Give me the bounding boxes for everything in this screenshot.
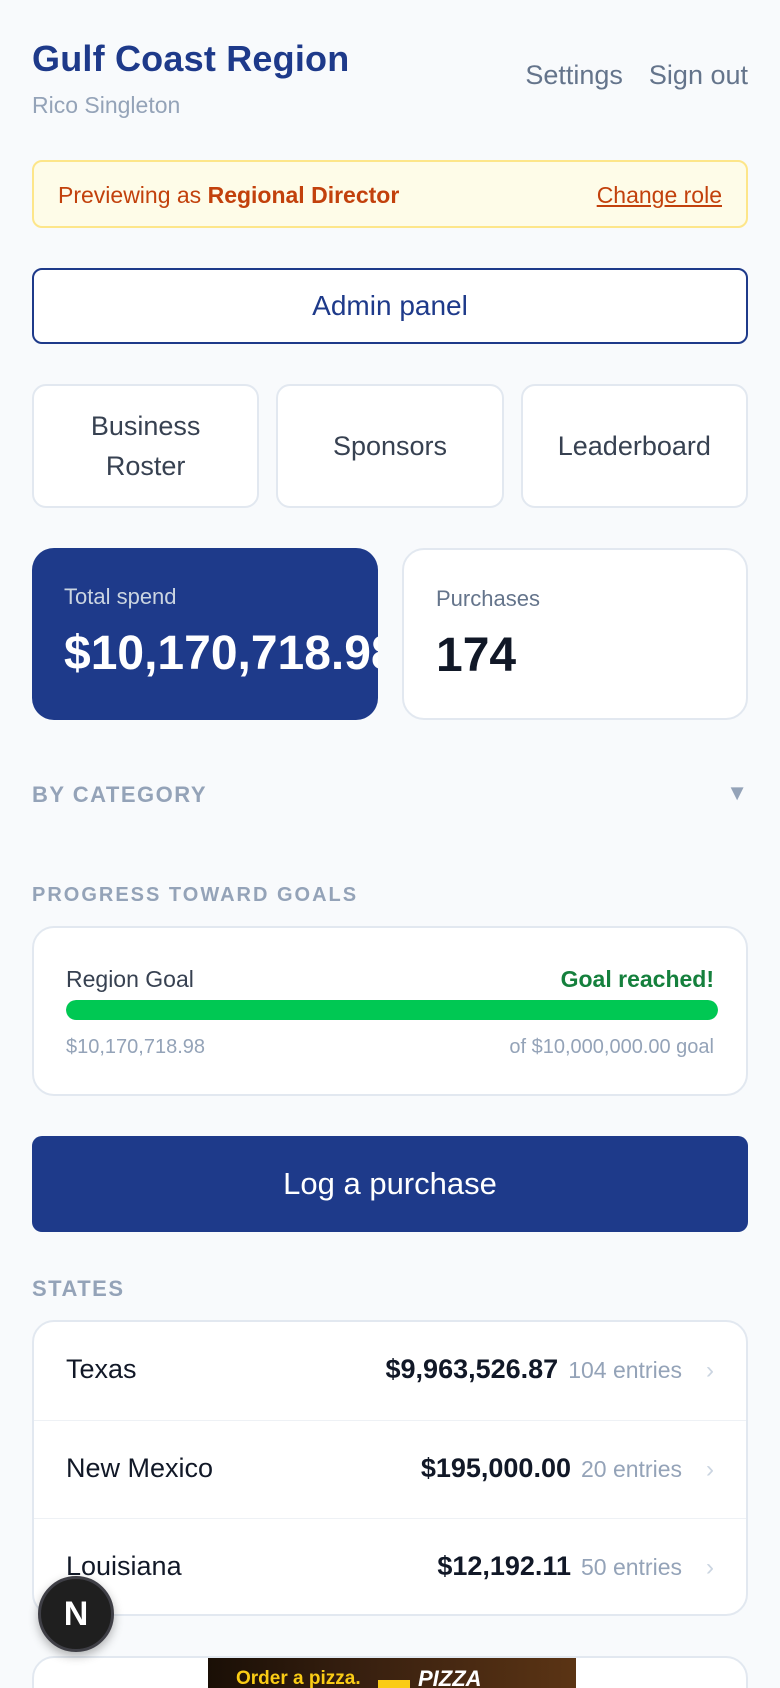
states-heading: STATES — [32, 1276, 125, 1301]
page-header: Gulf Coast Region Rico Singleton Setting… — [32, 38, 748, 118]
sign-out-link[interactable]: Sign out — [649, 60, 748, 91]
goal-target-amount: of $10,000,000.00 goal — [509, 1036, 714, 1058]
state-name: New Mexico — [66, 1453, 214, 1483]
state-summary: $12,192.11 50 entries › — [437, 1551, 714, 1582]
region-title: Gulf Coast Region — [32, 38, 350, 79]
header-links: Settings Sign out — [525, 60, 748, 91]
triangle-down-icon[interactable]: ▼ — [726, 780, 748, 806]
by-category-heading[interactable]: BY CATEGORY — [32, 782, 207, 808]
goal-status: Goal reached! — [560, 966, 714, 992]
goal-progress-fill — [66, 1000, 718, 1020]
role-preview-banner: Previewing as Regional Director Change r… — [32, 160, 748, 228]
sponsor-promo-card[interactable]: Order a pizza. PIZZA — [32, 1656, 748, 1688]
goal-card: Region Goal Goal reached! $10,170,718.98… — [32, 926, 748, 1096]
state-summary: $195,000.00 20 entries › — [421, 1453, 714, 1484]
total-spend-card: Total spend $10,170,718.98 — [32, 548, 378, 720]
tile-business-roster[interactable]: Business Roster — [32, 384, 260, 508]
state-summary: $9,963,526.87 104 entries › — [386, 1354, 714, 1385]
chevron-right-icon: › — [706, 1456, 714, 1483]
state-entries: 50 entries — [580, 1554, 682, 1580]
state-row-texas[interactable]: Texas $9,963,526.87 104 entries › — [34, 1322, 746, 1420]
preview-prefix: Previewing as — [58, 182, 208, 208]
promo-text: Order a pizza. — [236, 1668, 361, 1688]
promo-logo: PIZZA — [418, 1666, 482, 1688]
tile-leaderboard[interactable]: Leaderboard — [520, 384, 748, 508]
preview-role: Regional Director — [207, 182, 400, 208]
settings-link[interactable]: Settings — [525, 60, 623, 91]
user-name: Rico Singleton — [32, 92, 181, 118]
purchases-value: 174 — [436, 629, 517, 682]
preview-text: Previewing as Regional Director — [58, 182, 399, 209]
dev-badge-icon[interactable]: N — [38, 1576, 114, 1652]
tile-sponsors[interactable]: Sponsors — [276, 384, 504, 508]
total-spend-value: $10,170,718.98 — [64, 627, 378, 680]
chevron-right-icon: › — [706, 1554, 714, 1581]
goal-name: Region Goal — [66, 966, 194, 992]
pizza-promo-banner[interactable]: Order a pizza. PIZZA — [208, 1658, 576, 1688]
nav-tiles: Business Roster Sponsors Leaderboard — [32, 384, 748, 508]
purchases-card: Purchases 174 — [402, 548, 748, 720]
change-role-link[interactable]: Change role — [597, 182, 722, 209]
state-entries: 104 entries — [568, 1357, 682, 1383]
goals-heading: PROGRESS TOWARD GOALS — [32, 884, 359, 906]
state-row-new-mexico[interactable]: New Mexico $195,000.00 20 entries › — [34, 1420, 746, 1518]
promo-logo-mark — [378, 1680, 410, 1688]
goal-current-amount: $10,170,718.98 — [66, 1036, 206, 1058]
state-amount: $12,192.11 — [437, 1551, 571, 1581]
state-row-louisiana[interactable]: Louisiana $12,192.11 50 entries › — [34, 1518, 746, 1614]
state-name: Texas — [66, 1354, 137, 1384]
total-spend-label: Total spend — [64, 584, 177, 609]
state-entries: 20 entries — [580, 1456, 682, 1482]
log-purchase-button[interactable]: Log a purchase — [32, 1136, 748, 1232]
states-list: Texas $9,963,526.87 104 entries › New Me… — [32, 1320, 748, 1616]
state-amount: $9,963,526.87 — [385, 1354, 559, 1384]
purchases-label: Purchases — [436, 586, 540, 611]
admin-panel-button[interactable]: Admin panel — [32, 268, 748, 344]
chevron-right-icon: › — [706, 1357, 714, 1384]
goal-progress-bar — [66, 1000, 718, 1020]
state-amount: $195,000.00 — [420, 1453, 571, 1483]
